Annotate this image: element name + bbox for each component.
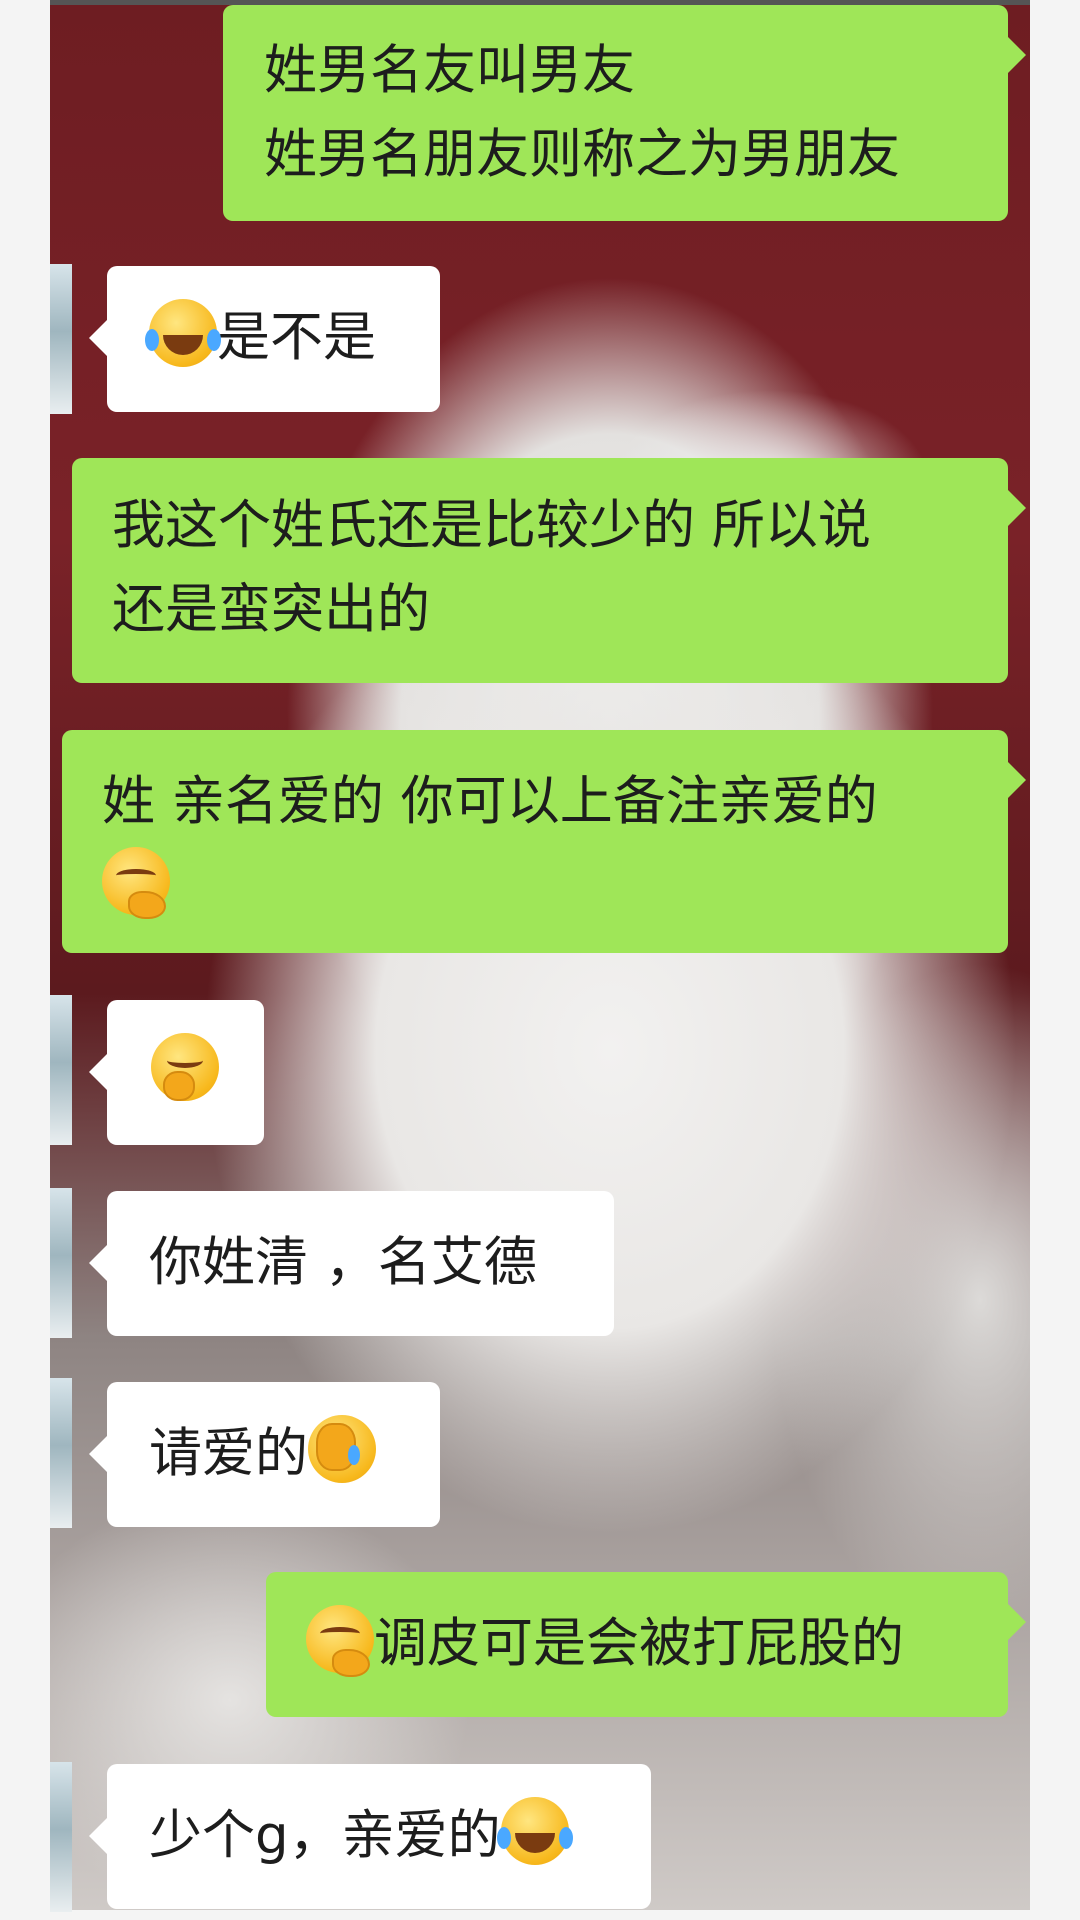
contact-avatar[interactable]	[50, 1378, 72, 1528]
message-bubble-received[interactable]: 请爱的	[107, 1382, 440, 1527]
message-bubble-sent[interactable]: 姓男名友叫男友 姓男名朋友则称之为男朋友	[223, 5, 1008, 221]
message-text: 姓男名朋友则称之为男朋友	[264, 124, 900, 185]
message-text: 还是蛮突出的	[112, 579, 430, 640]
message-text: 请爱的	[149, 1423, 308, 1484]
message-bubble-sent[interactable]: 调皮可是会被打屁股的	[266, 1572, 1008, 1717]
contact-avatar[interactable]	[50, 995, 72, 1145]
contact-avatar[interactable]	[50, 1188, 72, 1338]
tears-of-joy-emoji-icon	[496, 1797, 569, 1865]
message-bubble-received[interactable]	[107, 1000, 264, 1145]
message-bubble-sent[interactable]: 我这个姓氏还是比较少的 所以说 还是蛮突出的	[72, 458, 1008, 683]
facepalm-tears-emoji-icon	[308, 1415, 376, 1483]
message-text: 你姓清 ，名艾德	[149, 1232, 537, 1293]
contact-avatar[interactable]	[50, 1762, 72, 1912]
message-text: 姓男名友叫男友	[264, 40, 635, 101]
message-bubble-received[interactable]: 少个g，亲爱的	[107, 1764, 651, 1909]
smirking-hand-emoji-icon	[306, 1605, 374, 1677]
contact-avatar[interactable]	[50, 264, 72, 414]
message-bubble-received[interactable]: 是不是	[107, 266, 440, 412]
message-text: 调皮可是会被打屁股的	[374, 1613, 904, 1674]
hand-over-mouth-emoji-icon	[151, 1033, 219, 1101]
smirking-hand-emoji-icon	[102, 847, 170, 919]
message-text: 我这个姓氏还是比较少的 所以说	[112, 495, 871, 556]
message-bubble-received[interactable]: 你姓清 ，名艾德	[107, 1191, 614, 1336]
message-bubble-sent[interactable]: 姓 亲名爱的 你可以上备注亲爱的	[62, 730, 1008, 953]
message-text: 姓 亲名爱的 你可以上备注亲爱的	[102, 771, 878, 832]
message-text: 少个g，亲爱的	[149, 1805, 501, 1866]
message-text: 是不是	[217, 307, 376, 368]
tears-of-joy-emoji-icon	[145, 299, 217, 367]
